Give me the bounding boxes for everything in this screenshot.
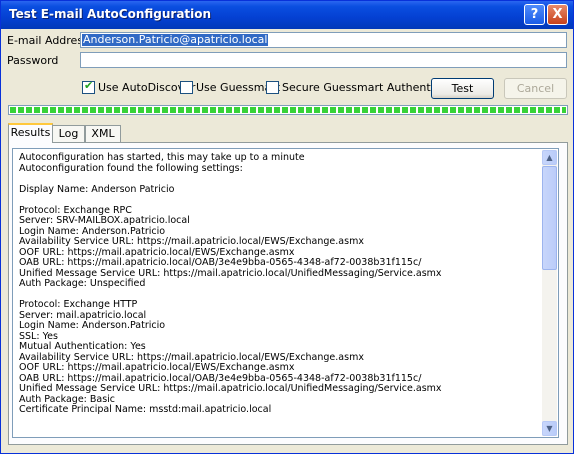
email-label: E-mail Address	[7, 34, 89, 47]
progress-bar	[8, 105, 568, 115]
use-autodiscover-checkbox[interactable]: ✔	[82, 79, 95, 94]
results-text: Autoconfiguration has started, this may …	[19, 152, 539, 416]
results-line: Autoconfiguration has started, this may …	[19, 152, 305, 163]
test-button[interactable]: Test	[431, 78, 494, 99]
checkmark-icon: ✔	[84, 79, 94, 92]
help-button[interactable]: ?	[524, 4, 545, 25]
autoconfig-dialog: Test E-mail AutoConfiguration ? X E-mail…	[0, 0, 574, 454]
password-field[interactable]	[80, 52, 567, 68]
results-line: Protocol: Exchange HTTP	[19, 299, 138, 310]
results-line: Login Name: Anderson.Patricio	[19, 320, 166, 331]
results-line: Server: SRV-MAILBOX.apatricio.local	[19, 215, 190, 226]
results-line	[19, 174, 539, 185]
results-line: OOF URL: https://mail.apatricio.local/EW…	[19, 362, 295, 373]
title-bar[interactable]: Test E-mail AutoConfiguration ? X	[1, 1, 573, 29]
results-line	[19, 195, 539, 206]
scroll-down-icon[interactable]: ▼	[542, 421, 557, 436]
email-value: Anderson.Patricio@apatricio.local	[82, 33, 269, 46]
scroll-thumb[interactable]	[542, 166, 557, 270]
results-line: Auth Package: Unspecified	[19, 278, 146, 289]
password-label: Password	[7, 54, 59, 67]
vertical-scrollbar[interactable]: ▲ ▼	[542, 150, 557, 436]
close-button[interactable]: X	[547, 4, 568, 25]
window-title: Test E-mail AutoConfiguration	[9, 7, 212, 21]
results-line: Availability Service URL: https://mail.a…	[19, 236, 364, 247]
scroll-up-icon[interactable]: ▲	[542, 150, 557, 165]
tab-log[interactable]: Log	[52, 125, 85, 143]
results-line: Certificate Principal Name: msstd:mail.a…	[19, 404, 272, 415]
cancel-button[interactable]: Cancel	[504, 78, 567, 99]
use-guessmart-checkbox[interactable]	[180, 81, 193, 94]
results-line: Display Name: Anderson Patricio	[19, 183, 175, 195]
results-line: OAB URL: https://mail.apatricio.local/OA…	[19, 257, 422, 268]
tab-xml[interactable]: XML	[85, 125, 121, 143]
results-line: Autoconfiguration found the following se…	[19, 162, 243, 174]
tab-results[interactable]: Results	[8, 123, 53, 143]
results-line: Unified Message Service URL: https://mai…	[19, 383, 442, 394]
results-textbox[interactable]: Autoconfiguration has started, this may …	[12, 148, 559, 438]
email-field[interactable]: Anderson.Patricio@apatricio.local	[80, 32, 567, 48]
progress-fill	[10, 107, 566, 113]
secure-guessmart-checkbox[interactable]	[266, 81, 279, 94]
results-line: Mutual Authentication: Yes	[19, 341, 146, 352]
